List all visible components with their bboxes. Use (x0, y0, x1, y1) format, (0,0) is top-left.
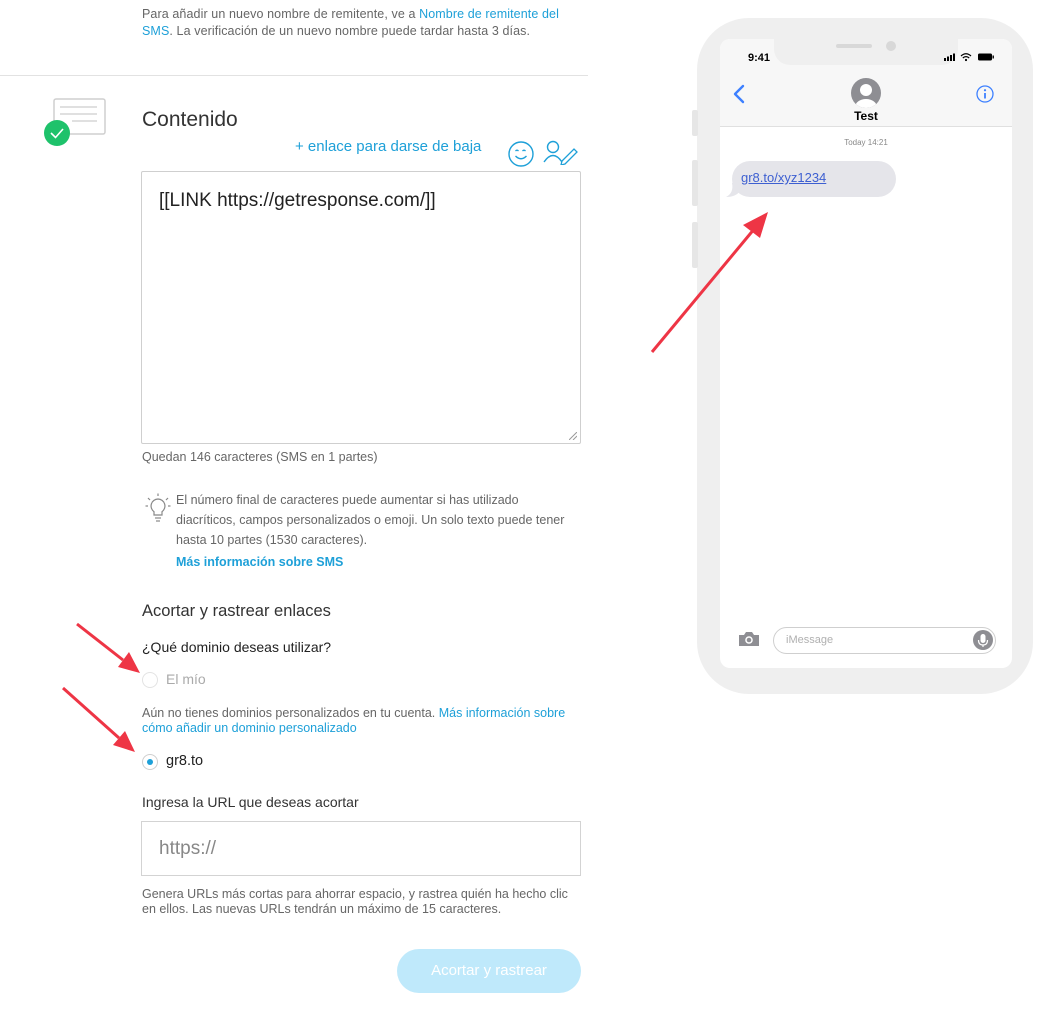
gr8-domain-label: gr8.to (166, 753, 204, 769)
phone-notch (774, 39, 958, 65)
personalize-field-icon[interactable] (542, 139, 580, 165)
character-counter: Quedan 146 caracteres (SMS en 1 partes) (142, 450, 378, 464)
sms-length-tip: El número final de caracteres puede aume… (176, 493, 565, 547)
sms-info-link[interactable]: Más información sobre SMS (176, 555, 343, 569)
url-field-label: Ingresa la URL que deseas acortar (142, 794, 359, 810)
notch-speaker (836, 44, 872, 48)
message-content-icon (44, 98, 106, 146)
section-divider (0, 75, 588, 76)
message-text: [[LINK https://getresponse.com/]] (159, 190, 436, 211)
sender-name-note: Para añadir un nuevo nombre de remitente… (142, 6, 592, 40)
back-chevron-icon[interactable] (732, 84, 746, 104)
shorten-help-text: Genera URLs más cortas para ahorrar espa… (142, 887, 568, 916)
shorten-section-title: Acortar y rastrear enlaces (142, 602, 331, 620)
content-section-title: Contenido (142, 108, 238, 131)
phone-screen: 9:41 Test Today 14:21 gr8.to/xyz1234 iMe… (720, 39, 1012, 668)
lightbulb-icon (145, 493, 171, 522)
own-domain-label: El mío (166, 671, 206, 687)
contact-name: Test (854, 109, 878, 123)
phone-volume-down (692, 222, 698, 268)
microphone-icon[interactable] (972, 629, 994, 651)
status-bar-icons (944, 53, 994, 62)
sender-note-text: Para añadir un nuevo nombre de remitente… (142, 7, 420, 21)
url-to-shorten-input[interactable] (141, 821, 581, 876)
imessage-input[interactable]: iMessage (773, 627, 996, 654)
radio-own-domain[interactable] (142, 672, 158, 688)
unsubscribe-link-button[interactable]: + enlace para darse de baja (295, 138, 481, 155)
emoji-icon[interactable] (507, 140, 535, 168)
no-domains-text: Aún no tienes dominios personalizados en… (142, 706, 439, 720)
no-domains-note: Aún no tienes dominios personalizados en… (142, 706, 592, 736)
shorten-track-button[interactable]: Acortar y rastrear (397, 949, 581, 993)
status-bar-time: 9:41 (748, 52, 771, 64)
message-bubble: gr8.to/xyz1234 (732, 161, 896, 197)
notch-camera (886, 41, 896, 51)
info-icon[interactable] (976, 85, 994, 103)
message-content-textarea[interactable]: [[LINK https://getresponse.com/]] (141, 171, 581, 444)
camera-icon[interactable] (738, 631, 760, 647)
domain-question: ¿Qué dominio deseas utilizar? (142, 639, 332, 655)
message-timestamp: Today 14:21 (844, 138, 888, 147)
contact-avatar-icon (851, 78, 881, 108)
message-link[interactable]: gr8.to/xyz1234 (741, 170, 826, 185)
sender-note-text-end: . La verificación de un nuevo nombre pue… (169, 24, 531, 38)
resize-handle-icon[interactable] (569, 432, 577, 440)
phone-mute-switch (692, 110, 698, 136)
radio-gr8-domain[interactable] (142, 754, 158, 770)
phone-volume-up (692, 160, 698, 206)
